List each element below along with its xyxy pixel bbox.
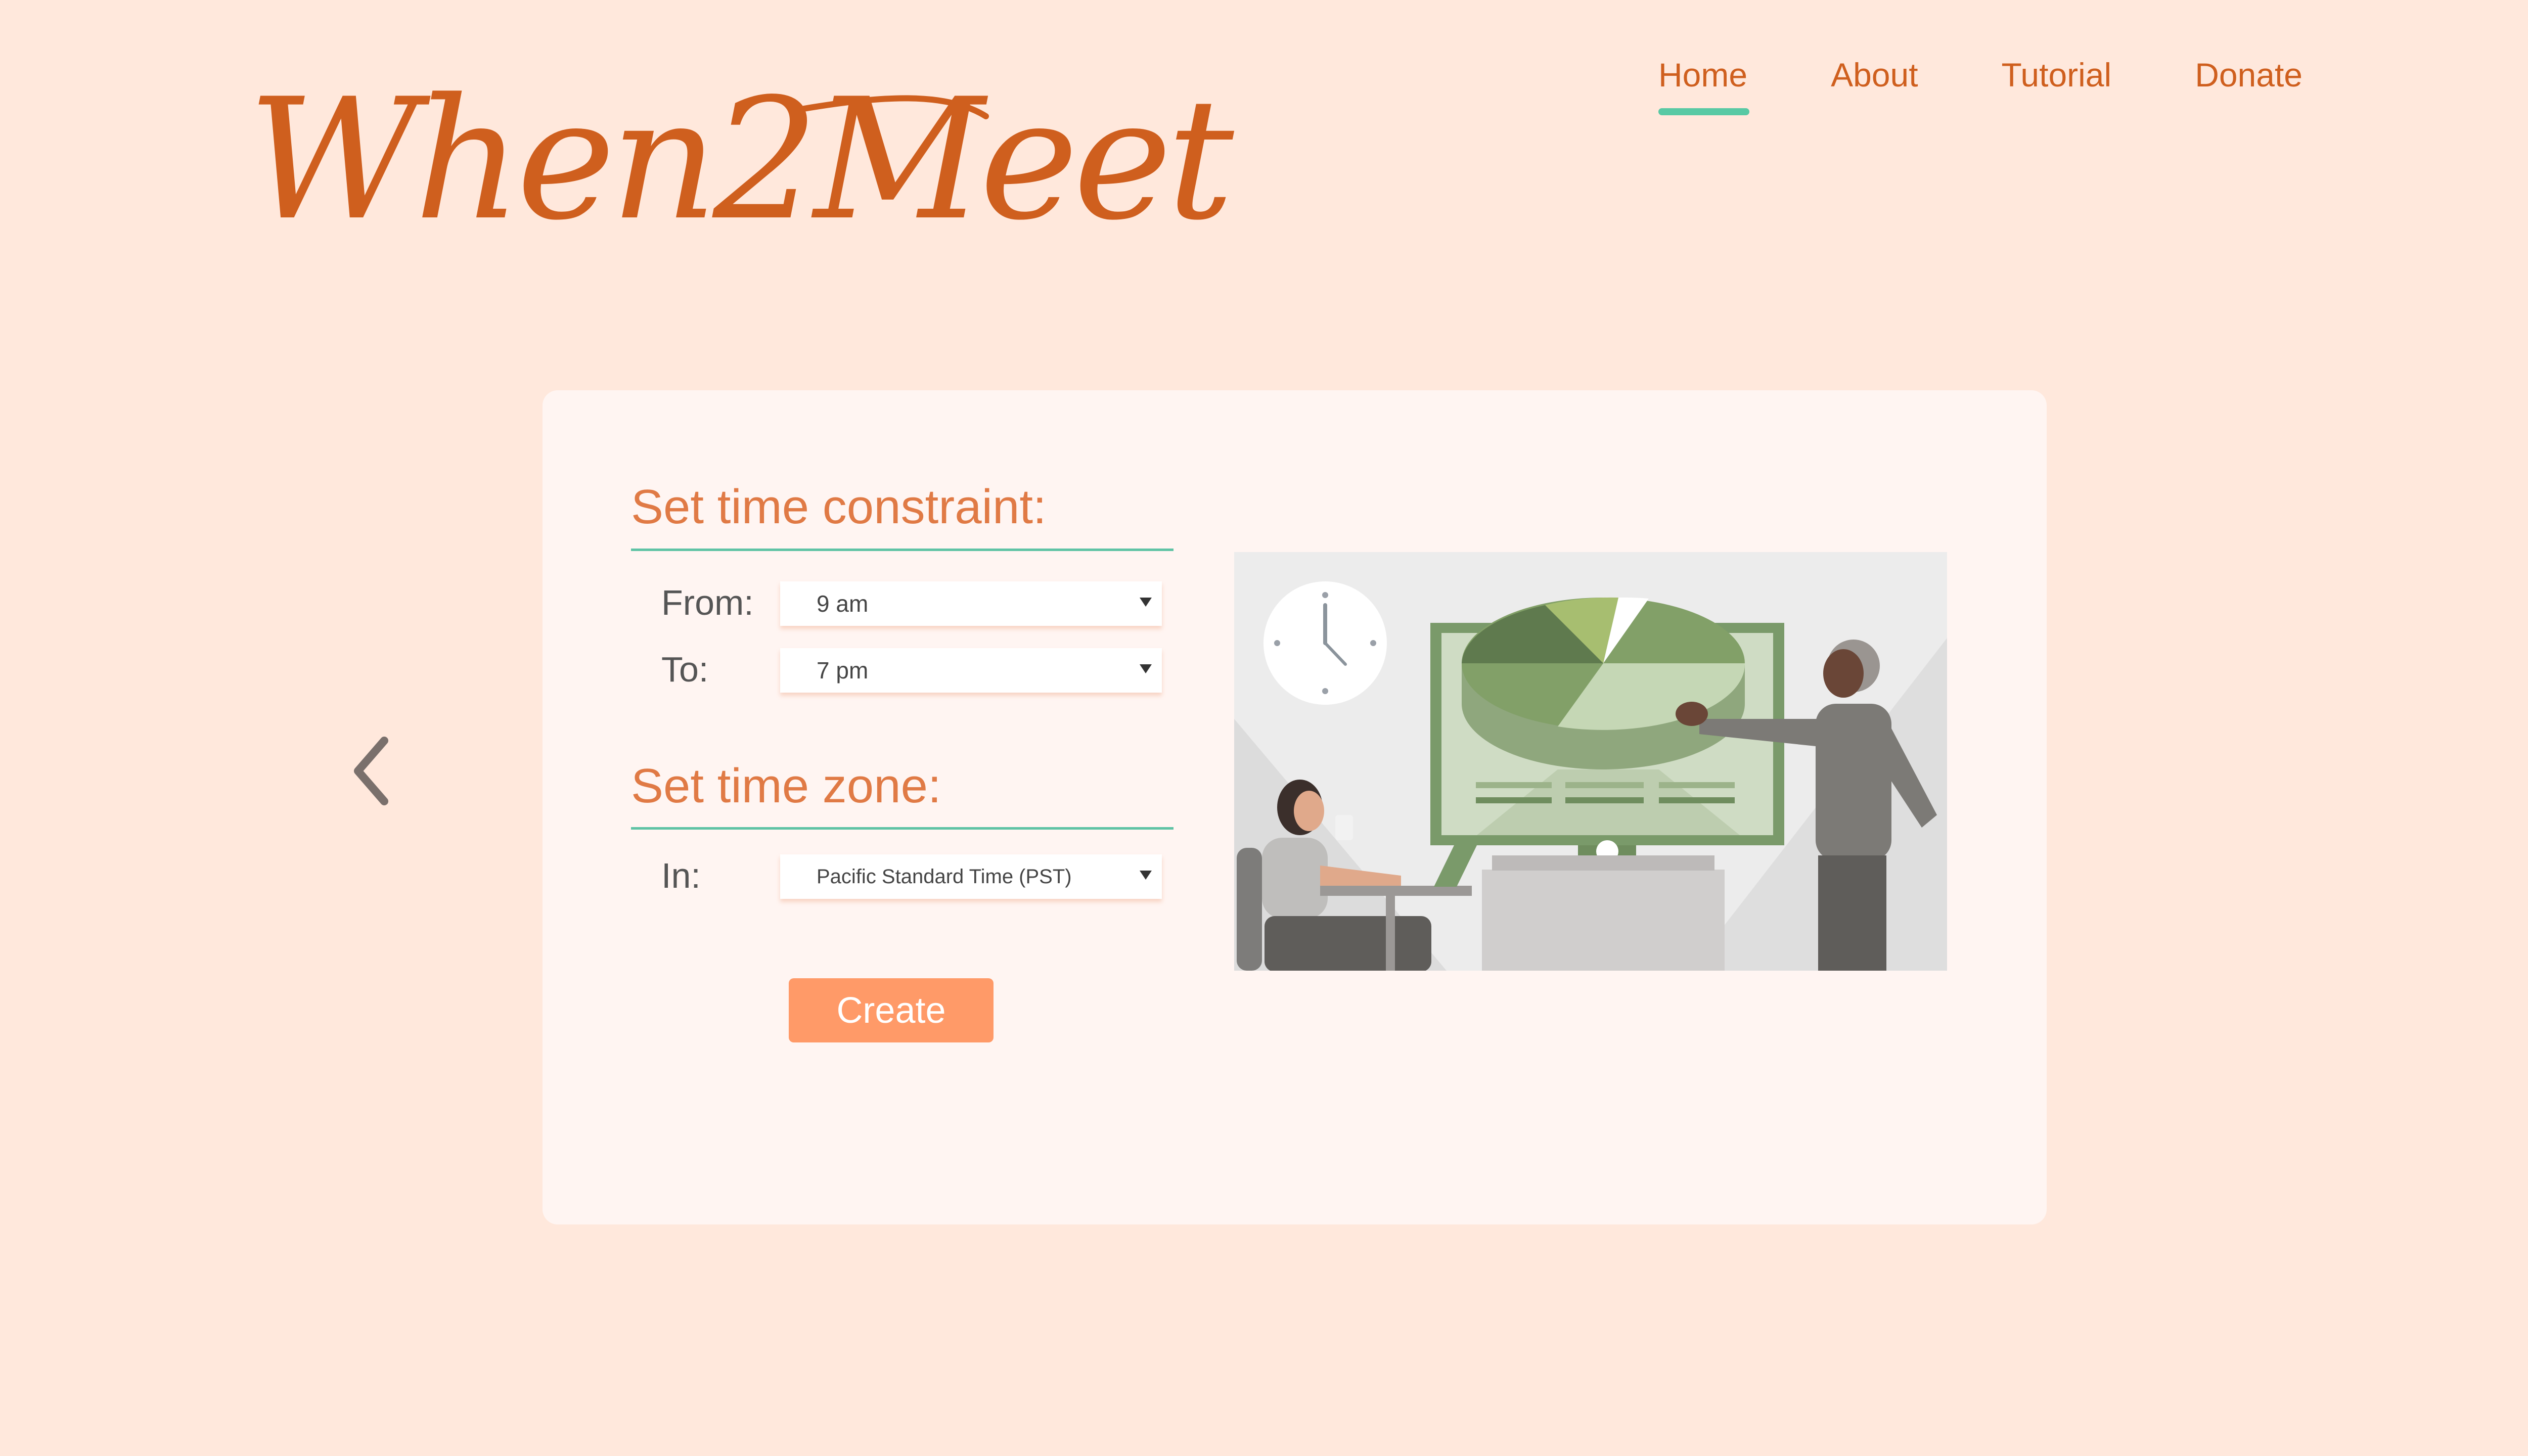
nav-about-label: About [1831,56,1918,94]
clock-icon [1263,581,1387,705]
meeting-illustration [1234,552,1947,971]
nav-donate[interactable]: Donate [2195,56,2303,94]
create-button[interactable]: Create [789,978,994,1042]
chevron-left-icon [354,737,388,805]
time-constraint-title: Set time constraint: [631,480,1047,534]
nav-donate-label: Donate [2195,56,2303,94]
time-zone-select[interactable]: Pacific Standard Time (PST) [780,854,1162,899]
monitor-chart-icon [1430,597,1784,889]
time-zone-select-value: Pacific Standard Time (PST) [817,865,1072,888]
time-zone-title: Set time zone: [631,759,941,813]
caret-down-icon [1140,598,1152,607]
logo-text: When2Meet [248,63,1235,257]
nav-tutorial[interactable]: Tutorial [2002,56,2112,94]
time-zone-divider [631,827,1173,830]
caret-down-icon [1140,664,1152,673]
meeting-scene-image [1234,552,1947,971]
back-button[interactable] [349,733,394,809]
time-constraint-divider [631,549,1173,551]
nav-about[interactable]: About [1831,56,1918,94]
logo-wordmark: When2Meet [248,63,1240,257]
nav-home[interactable]: Home [1658,56,1750,115]
from-label: From: [661,583,754,622]
to-label: To: [661,650,709,689]
in-label: In: [661,856,701,895]
nav-active-indicator [1658,108,1750,115]
nav-home-label: Home [1658,56,1748,94]
to-select[interactable]: 7 pm [780,648,1162,693]
main-nav: Home About Tutorial Donate [1658,56,2303,115]
caret-down-icon [1140,871,1152,880]
nav-tutorial-label: Tutorial [2001,56,2112,94]
to-select-value: 7 pm [817,657,869,684]
logo[interactable]: When2Meet [248,61,1240,273]
from-select-value: 9 am [817,590,869,617]
create-event-card: Set time constraint: From: 9 am To: 7 pm… [543,390,2047,1224]
from-select[interactable]: 9 am [780,581,1162,626]
